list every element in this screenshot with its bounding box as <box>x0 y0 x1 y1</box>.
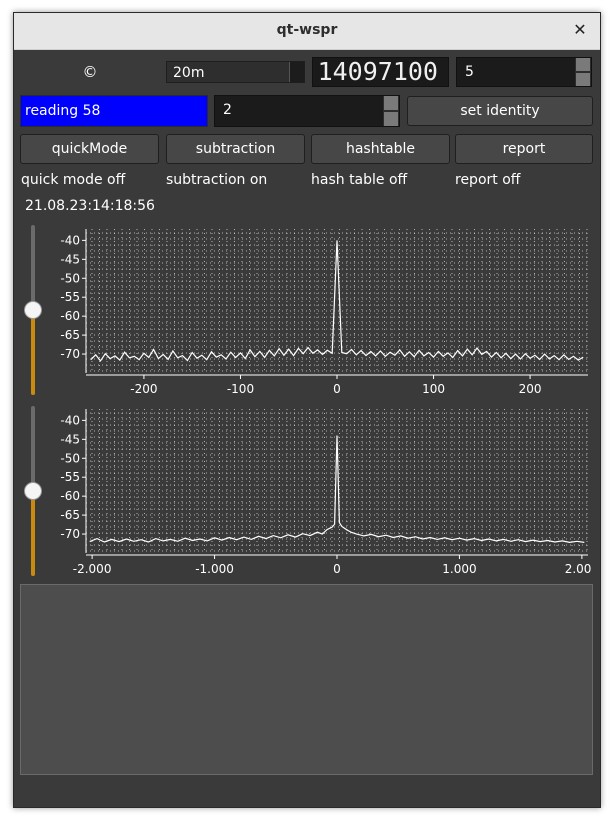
x-tick-label: 1.000 <box>442 562 476 576</box>
subtraction-button[interactable]: subtraction <box>166 134 305 164</box>
spinbox-mid-value: 2 <box>223 102 232 118</box>
slider-fill <box>31 491 35 576</box>
x-tick-label: 2.000 <box>565 562 592 576</box>
spinbox-top[interactable]: 5 <box>456 57 592 87</box>
y-tick-label: -50 <box>60 451 80 465</box>
x-tick-label: -100 <box>227 382 254 396</box>
close-icon[interactable]: ✕ <box>570 20 590 40</box>
window-title: qt-wspr <box>276 22 338 38</box>
spinbox-mid[interactable]: 2 <box>214 95 400 127</box>
y-tick-label: -65 <box>60 328 80 342</box>
y-tick-label: -65 <box>60 508 80 522</box>
spectrum-line <box>89 435 585 544</box>
report-button[interactable]: report <box>455 134 593 164</box>
y-tick-label: -55 <box>60 470 80 484</box>
y-tick-label: -40 <box>60 233 80 247</box>
spin-up-icon[interactable] <box>384 96 398 110</box>
x-tick-label: 0 <box>333 382 341 396</box>
y-tick-label: -45 <box>60 252 80 266</box>
y-tick-label: -70 <box>60 527 80 541</box>
quick-mode-status: quick mode off <box>21 172 126 188</box>
chart-grid <box>86 409 588 553</box>
set-identity-button[interactable]: set identity <box>407 96 593 126</box>
spectrum-line <box>90 240 584 362</box>
x-tick-label: 100 <box>422 382 445 396</box>
spectrum-chart-bottom: -40 -45 -50 -55 -60 -65 -70 -2.000 -1.000 0 1.000 2… <box>60 409 592 576</box>
subtraction-status: subtraction on <box>166 172 268 188</box>
slider-handle[interactable] <box>24 301 42 319</box>
y-tick-label: -55 <box>60 290 80 304</box>
title-bar: qt-wspr ✕ <box>14 13 600 50</box>
y-tick-label: -70 <box>60 347 80 361</box>
x-tick-label: 0 <box>333 562 341 576</box>
report-status: report off <box>455 172 521 188</box>
x-tick-label: -1.000 <box>195 562 234 576</box>
hash-table-status: hash table off <box>311 172 408 188</box>
copyright-button[interactable]: © <box>80 63 100 83</box>
message-textarea[interactable] <box>20 584 593 775</box>
timestamp-label: 21.08.23:14:18:56 <box>25 198 155 214</box>
y-tick-label: -60 <box>60 309 80 323</box>
level-slider-bottom[interactable] <box>23 406 43 576</box>
band-select[interactable]: 20m <box>166 61 305 83</box>
x-tick-label: -200 <box>130 382 157 396</box>
band-select-value: 20m <box>173 65 205 81</box>
hashtable-button[interactable]: hashtable <box>311 134 450 164</box>
quickmode-button[interactable]: quickMode <box>20 134 159 164</box>
slider-fill <box>31 310 35 395</box>
spinbox-arrows <box>383 96 399 126</box>
frequency-display: 14097100 <box>312 57 449 87</box>
y-tick-label: -50 <box>60 271 80 285</box>
spectrum-chart-top: -40 -45 -50 -55 -60 -65 -70 -200 -100 0 100 200 <box>60 229 588 396</box>
spinbox-top-value: 5 <box>465 64 474 80</box>
y-tick-label: -45 <box>60 432 80 446</box>
spin-down-icon[interactable] <box>384 112 398 126</box>
spin-down-icon[interactable] <box>576 73 590 86</box>
spin-up-icon[interactable] <box>576 58 590 71</box>
x-tick-label: -2.000 <box>73 562 112 576</box>
y-tick-label: -40 <box>60 413 80 427</box>
frequency-value: 14097100 <box>317 57 438 86</box>
chevron-down-icon <box>289 62 304 82</box>
y-tick-label: -60 <box>60 489 80 503</box>
reading-indicator: reading 58 <box>20 95 208 127</box>
x-tick-label: 200 <box>519 382 542 396</box>
app-window: qt-wspr ✕ © 20m 14097100 5 reading 58 2 … <box>13 12 601 808</box>
slider-handle[interactable] <box>24 482 42 500</box>
level-slider-top[interactable] <box>23 225 43 395</box>
spinbox-arrows <box>575 58 591 86</box>
